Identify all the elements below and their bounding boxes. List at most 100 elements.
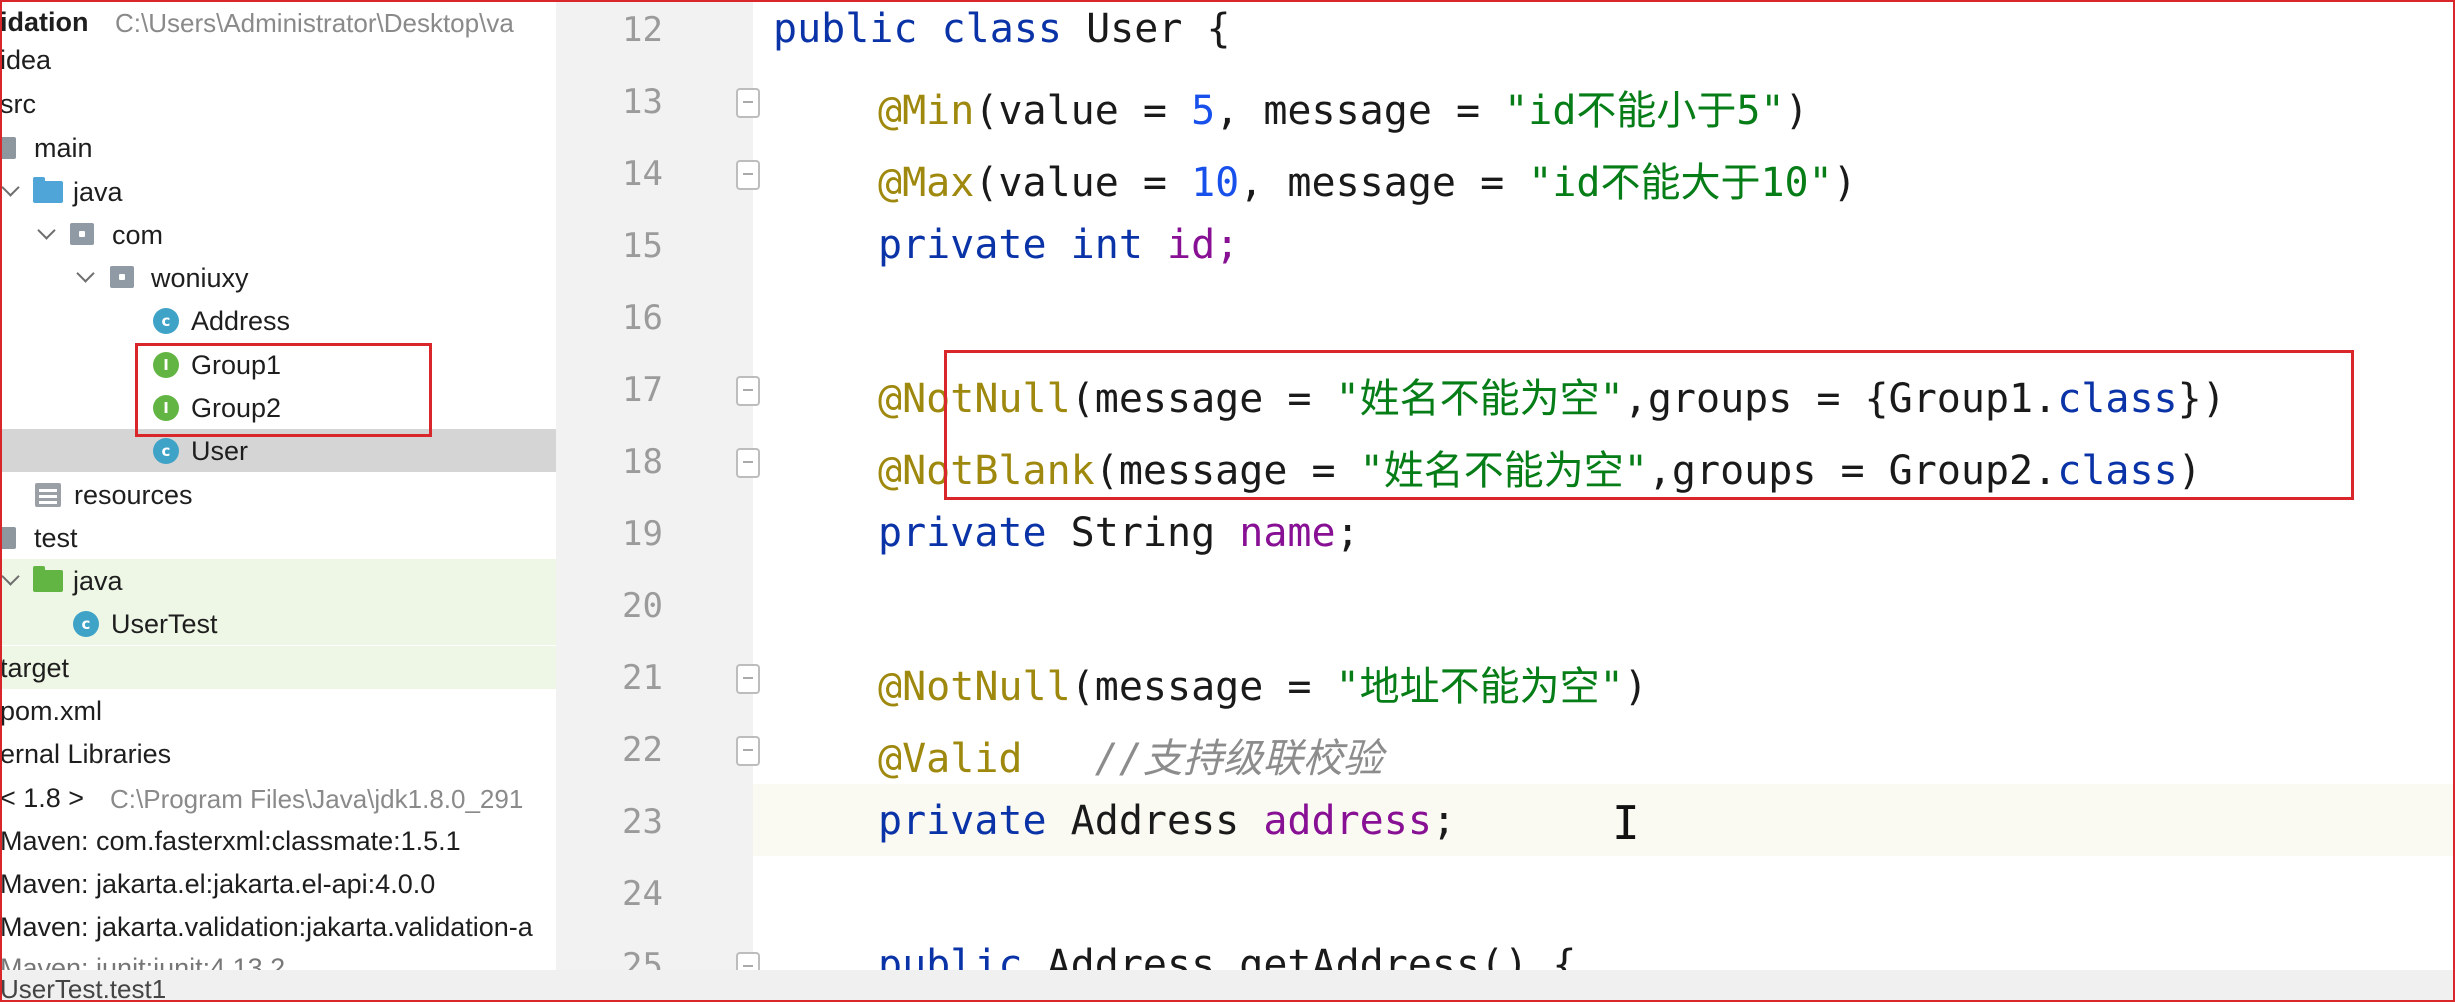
tree-item-label: Address	[191, 306, 291, 336]
code-editor[interactable]: 12 13 14 15 16 17 18 19 20 21 22 23 24 2…	[578, 0, 2455, 1002]
code-token: (message =	[1070, 664, 1336, 710]
code-token: private	[878, 222, 1047, 268]
code-line-22: @Valid //支持级联校验	[878, 726, 1383, 784]
code-token: 5	[1191, 88, 1216, 134]
code-token: private	[878, 510, 1047, 556]
line-number-gutter	[578, 0, 753, 1002]
code-token: User {	[1062, 6, 1231, 52]
code-token: @NotNull	[878, 664, 1071, 710]
fold-marker-icon[interactable]	[736, 664, 760, 694]
fold-marker-icon[interactable]	[736, 736, 760, 766]
tree-item-idea[interactable]: idea	[0, 38, 578, 81]
fold-marker-icon[interactable]	[736, 376, 760, 406]
fold-marker-icon[interactable]	[736, 448, 760, 478]
chevron-down-icon[interactable]	[76, 264, 95, 283]
chevron-down-icon[interactable]	[1, 567, 20, 586]
tree-item-external-libraries[interactable]: ernal Libraries	[0, 732, 578, 775]
code-token: "id不能大于10"	[1528, 160, 1833, 206]
tree-item-label: User	[191, 436, 249, 466]
folder-icon	[0, 137, 16, 159]
line-number: 21	[622, 658, 663, 698]
code-line-15: private int id;	[878, 222, 1239, 268]
class-icon: c	[153, 308, 179, 334]
tree-item-main[interactable]: main	[0, 126, 578, 169]
tree-item-label: Maven: jakarta.validation:jakarta.valida…	[0, 912, 533, 942]
run-tab-usertest[interactable]: UserTest.test1	[0, 974, 166, 1005]
project-path: C:\Users\Administrator\Desktop\va	[115, 8, 514, 38]
code-token: )	[1623, 664, 1648, 710]
tree-item-label: resources	[74, 480, 193, 510]
tree-item-resources[interactable]: resources	[0, 473, 578, 516]
line-number: 23	[622, 802, 663, 842]
code-token: , message =	[1215, 88, 1505, 134]
tree-item-pom[interactable]: pom.xml	[0, 689, 578, 732]
chevron-down-icon[interactable]	[1, 178, 20, 197]
tree-item-label: main	[34, 133, 93, 163]
code-token: )	[1784, 88, 1809, 134]
line-number: 15	[622, 226, 663, 266]
code-token: ;	[1431, 798, 1456, 844]
fold-marker-icon[interactable]	[736, 160, 760, 190]
project-name: idation	[0, 7, 89, 37]
bottom-tab-bar[interactable]	[0, 970, 2455, 1002]
tree-item-maven-el[interactable]: Maven: jakarta.el:jakarta.el-api:4.0.0	[0, 862, 578, 905]
code-line-13: @Min(value = 5, message = "id不能小于5")	[878, 78, 1809, 136]
code-line-19: private String name;	[878, 510, 1360, 556]
tree-root[interactable]: idation C:\Users\Administrator\Desktop\v…	[0, 0, 578, 43]
tree-item-label: pom.xml	[0, 696, 103, 726]
tree-item-java[interactable]: java	[0, 170, 578, 213]
tree-item-label: test	[34, 523, 78, 553]
code-token: Address	[1046, 798, 1264, 844]
code-token: )	[1832, 160, 1857, 206]
tree-item-jdk[interactable]: < 1.8 > C:\Program Files\Java\jdk1.8.0_2…	[0, 776, 578, 819]
tree-item-maven-classmate[interactable]: Maven: com.fasterxml:classmate:1.5.1	[0, 819, 578, 862]
code-line-12: public class User {	[773, 6, 1231, 52]
code-token: address	[1263, 798, 1432, 844]
test-class-icon: c	[73, 611, 99, 637]
code-comment: //支持级联校验	[1022, 736, 1383, 782]
code-token: "id不能小于5"	[1504, 88, 1785, 134]
line-number: 18	[622, 442, 663, 482]
code-line-14: @Max(value = 10, message = "id不能大于10")	[878, 150, 1857, 208]
tree-item-test[interactable]: test	[0, 516, 578, 559]
test-folder-icon	[33, 566, 63, 592]
code-token: public	[773, 6, 918, 52]
tree-item-woniuxy[interactable]: woniuxy	[0, 256, 578, 299]
tree-item-target[interactable]: target	[0, 646, 578, 689]
tree-item-label: java	[73, 177, 123, 207]
tree-item-com[interactable]: com	[0, 213, 578, 256]
tree-item-label: woniuxy	[151, 263, 249, 293]
line-number: 13	[622, 82, 663, 122]
fold-marker-icon[interactable]	[736, 88, 760, 118]
code-line-23: private Address address;	[878, 798, 1456, 844]
class-icon: c	[153, 438, 179, 464]
tree-item-label: Maven: jakarta.el:jakarta.el-api:4.0.0	[0, 869, 436, 899]
tree-item-label: < 1.8 >	[0, 783, 85, 813]
code-token: (value =	[974, 88, 1192, 134]
source-folder-icon	[33, 177, 63, 203]
code-token: "地址不能为空"	[1335, 664, 1624, 710]
code-token: private	[878, 798, 1047, 844]
folder-icon	[0, 527, 16, 549]
code-token: class	[941, 6, 1063, 52]
tree-item-usertest[interactable]: c UserTest	[0, 602, 578, 645]
line-number: 12	[622, 10, 663, 50]
tree-item-label: java	[73, 566, 123, 596]
tree-item-test-java[interactable]: java	[0, 559, 578, 602]
resources-folder-icon	[35, 483, 61, 507]
package-icon	[110, 266, 134, 288]
code-token: int	[1046, 222, 1143, 268]
line-number: 22	[622, 730, 663, 770]
tree-item-label: ernal Libraries	[0, 739, 172, 769]
code-token: 10	[1191, 160, 1240, 206]
tree-scrollbar[interactable]	[556, 0, 578, 1002]
project-tree: idation C:\Users\Administrator\Desktop\v…	[0, 0, 578, 1002]
code-token: @Min	[878, 88, 975, 134]
tree-item-maven-validation[interactable]: Maven: jakarta.validation:jakarta.valida…	[0, 905, 578, 948]
code-token: String	[1046, 510, 1240, 556]
code-token: (value =	[974, 160, 1192, 206]
tree-item-address[interactable]: c Address	[0, 299, 578, 342]
tree-item-src[interactable]: src	[0, 82, 578, 125]
chevron-down-icon[interactable]	[37, 221, 56, 240]
line-number: 14	[622, 154, 663, 194]
